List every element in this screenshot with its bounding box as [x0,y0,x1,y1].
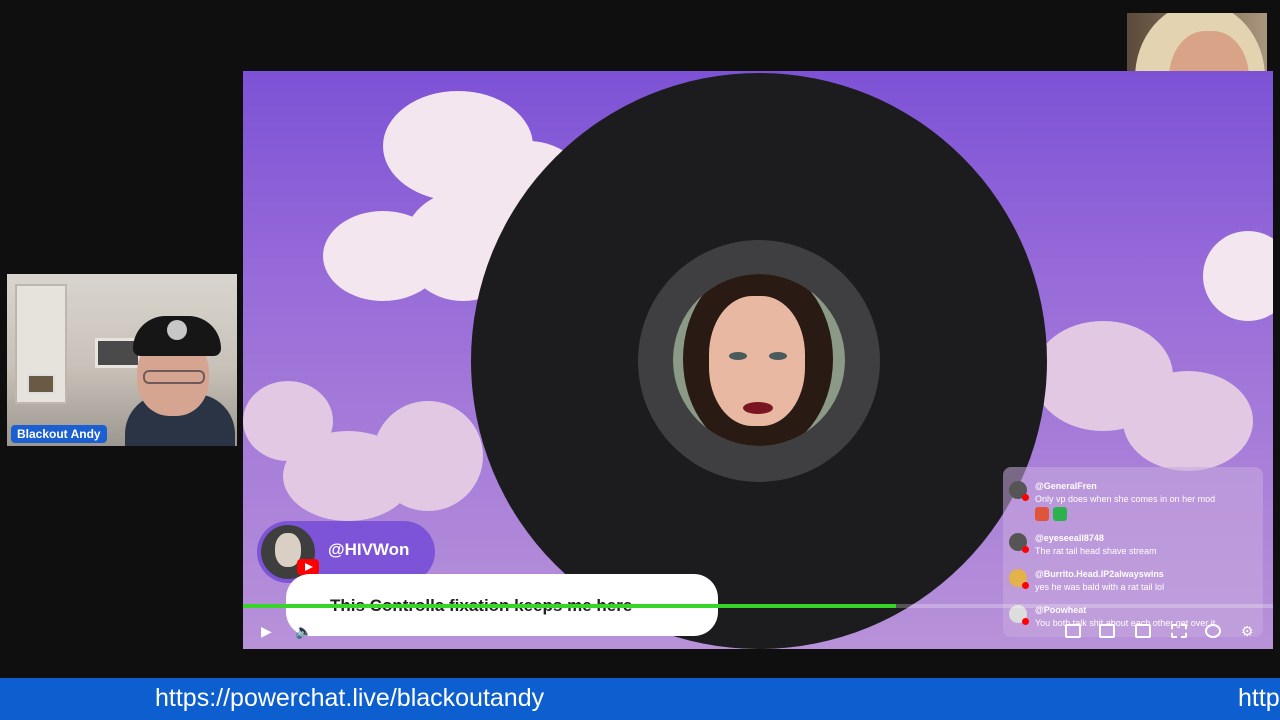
stream-canvas: Blackout Andy @HIVWon @GeneralFren Only … [0,0,1280,720]
theater-icon[interactable] [1099,624,1115,638]
youtube-icon [297,559,319,575]
duration: 02:27:02 [375,625,416,636]
time-display: 01:33:14 / 02:27:02 [327,625,415,636]
webcam-blackout-andy: Blackout Andy [7,274,237,446]
current-time: 01:33:14 [327,625,368,636]
time-separator: / [369,625,373,636]
cloud [1203,231,1273,321]
url-banner: https://powerchat.live/blackoutandy http [0,678,1280,720]
miniplayer-icon[interactable] [1065,624,1081,638]
chat-text: Only vp does when she comes in on her mo… [1035,494,1216,504]
chat-text: yes he was bald with a rat tail lol [1035,582,1165,592]
chat-avatar [1009,569,1029,589]
banner-url-repeat: http [1238,684,1280,712]
play-icon[interactable]: ▶ [261,624,272,638]
autoplay-icon[interactable] [1205,624,1221,638]
chat-username: @GeneralFren [1035,481,1097,491]
cloud [1123,371,1253,471]
volume-icon[interactable]: 🔈 [295,624,312,638]
chat-overlay: @GeneralFren Only vp does when she comes… [1003,467,1263,637]
photo-eye [769,352,787,360]
record-center-photo [673,274,845,446]
glasses [143,370,205,384]
chat-avatar [1009,533,1029,553]
chat-avatar [1009,481,1029,501]
photo-eye [729,352,747,360]
participant-name-tag: Blackout Andy [11,425,107,443]
photo-lips [743,402,773,414]
emoji-icon [1035,507,1049,521]
commenter-handle: @HIVWon [328,540,410,559]
fullscreen-icon[interactable] [1171,624,1187,638]
settings-icon[interactable]: ⚙ [1241,624,1254,638]
subtitles-icon[interactable] [1135,624,1151,638]
cap-logo [167,320,187,340]
chat-username: @eyeseeall8748 [1035,533,1104,543]
cloud [373,401,483,511]
chat-username: @Burrito.Head.IP2alwayswins [1035,569,1164,579]
progress-fill[interactable] [243,604,897,608]
banner-url: https://powerchat.live/blackoutandy [155,684,545,712]
emoji-icon [1053,507,1067,521]
wall-picture-small [27,374,55,394]
chat-text: The rat tail head shave stream [1035,546,1157,556]
video-player[interactable]: @HIVWon This Controlla fixation keeps me… [243,71,1273,649]
